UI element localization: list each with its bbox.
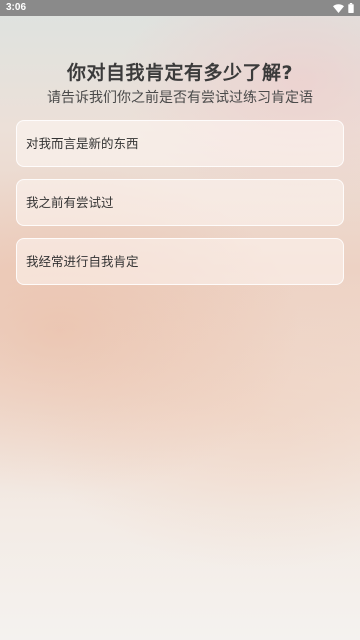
wifi-icon (333, 3, 344, 13)
option-new-to-me[interactable]: 对我而言是新的东西 (16, 120, 344, 167)
status-icons (333, 3, 354, 13)
option-label: 我经常进行自我肯定 (26, 254, 139, 269)
status-bar: 3:06 (0, 0, 360, 16)
page-subtitle: 请告诉我们你之前是否有尝试过练习肯定语 (47, 90, 313, 106)
page-title: 你对自我肯定有多少了解? (66, 62, 294, 84)
option-practice-regularly[interactable]: 我经常进行自我肯定 (16, 238, 344, 285)
status-time: 3:06 (6, 2, 27, 13)
option-tried-before[interactable]: 我之前有尝试过 (16, 179, 344, 226)
battery-icon (348, 3, 354, 13)
option-label: 我之前有尝试过 (26, 195, 114, 210)
option-label: 对我而言是新的东西 (26, 136, 139, 151)
